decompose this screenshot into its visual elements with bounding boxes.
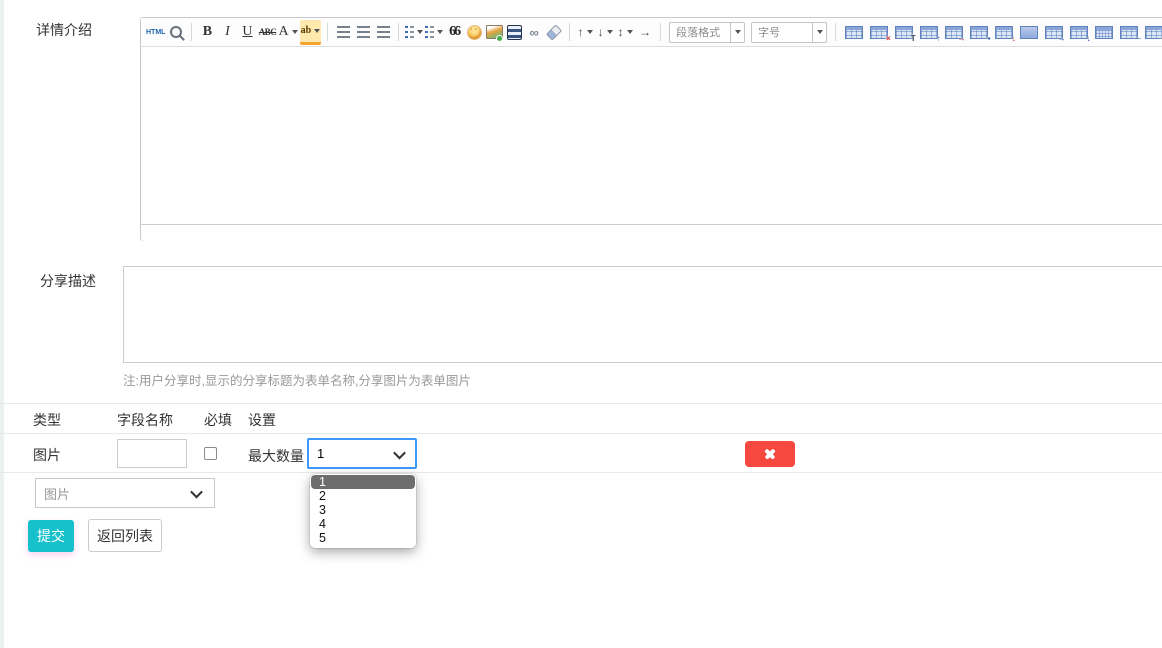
editor-content-area[interactable] [141,47,1162,224]
italic-icon[interactable]: I [218,21,236,43]
insert-link-icon[interactable]: ∞ [525,21,543,43]
new-field-type-select[interactable]: 图片 [35,478,215,508]
max-count-option[interactable]: 1 [311,475,415,489]
max-count-option[interactable]: 3 [310,503,416,517]
window-edge-strip [0,0,4,648]
align-left-icon[interactable] [334,21,352,43]
split-rows-icon[interactable]: ─ [1120,26,1138,39]
align-right-icon[interactable] [374,21,392,43]
max-count-select[interactable]: 1 [307,438,417,469]
icon-badge: ↑ [937,35,941,43]
insert-col-left-icon[interactable]: ▪ [970,26,988,39]
underline-icon[interactable]: U [238,21,256,43]
toolbar-separator [835,23,836,41]
margin-bottom-icon[interactable]: ↓ [596,21,614,43]
new-field-type-value: 图片 [36,484,70,503]
max-count-option[interactable]: 4 [310,517,416,531]
insert-col-right-icon[interactable]: → [1045,26,1063,39]
remove-format-icon[interactable] [545,21,563,43]
cell-fill-icon[interactable] [1020,26,1038,39]
icon-badge: ▪ [988,35,991,43]
emoticon-icon[interactable] [465,21,483,43]
table-cell-props-icon[interactable]: T [895,26,913,39]
field-type-cell: 图片 [33,445,61,465]
share-desc-textarea[interactable] [123,266,1162,363]
insert-row-below-icon[interactable]: ↓ [1070,26,1088,39]
bold-icon[interactable]: B [198,21,216,43]
max-count-value: 1 [309,446,324,461]
icon-badge: T [911,35,916,43]
align-center-icon[interactable] [354,21,372,43]
delete-row-icon[interactable]: → [945,26,963,39]
rich-text-editor: HTMLBIUABCAab66∞↑↓↕→段落格式字号×T↑→▪↓→↓─∥ [140,17,1162,241]
insert-table-icon[interactable] [845,26,863,39]
required-checkbox[interactable] [204,447,217,460]
icon-badge: × [886,35,891,43]
chevron-down-icon [393,447,406,460]
strikethrough-icon[interactable]: ABC [258,21,276,43]
icon-badge: ↓ [1087,35,1091,43]
icon-badge: ─ [1135,35,1141,43]
ordered-list-icon[interactable] [405,21,423,43]
indent-icon[interactable]: → [636,21,654,43]
chevron-down-icon [730,23,744,42]
max-count-label: 最大数量 [248,446,304,466]
toolbar-separator [191,23,192,41]
icon-badge: → [1058,35,1066,43]
unordered-list-icon[interactable] [425,21,443,43]
table-top-border [0,403,1162,404]
chevron-down-icon [812,23,826,42]
column-header: 设置 [248,410,276,430]
max-count-dropdown: 12345 [310,474,416,548]
column-header: 字段名称 [117,410,173,430]
detail-intro-label: 详情介绍 [36,20,92,40]
dropdown-caret-icon [417,30,423,34]
icon-badge: → [958,35,966,43]
table-row-border [0,472,1162,473]
chevron-down-icon [190,486,203,499]
dropdown-caret-icon [437,30,443,34]
dropdown-caret-icon [587,30,593,34]
table-header-border [0,433,1162,434]
paragraph-format-select[interactable]: 段落格式 [669,22,745,43]
share-note: 注:用户分享时,显示的分享标题为表单名称,分享图片为表单图片 [123,370,471,389]
insert-media-icon[interactable] [505,21,523,43]
icon-badge: ↓ [1012,35,1016,43]
blockquote-icon[interactable]: 66 [445,21,463,43]
toolbar-separator [327,23,328,41]
paragraph-format-select-value: 段落格式 [670,24,730,40]
column-header: 类型 [33,410,61,430]
font-size-select-value: 字号 [752,24,812,40]
highlight-color-icon[interactable]: ab [300,20,322,45]
editor-statusbar [141,224,1162,241]
font-size-select[interactable]: 字号 [751,22,827,43]
dropdown-caret-icon [292,30,298,34]
delete-field-button[interactable] [745,441,795,467]
margin-top-icon[interactable]: ↑ [576,21,594,43]
insert-image-icon[interactable] [485,21,503,43]
submit-button[interactable]: 提交 [28,520,74,552]
split-cols-icon[interactable]: ∥ [1145,26,1162,39]
field-name-input[interactable] [117,439,187,468]
delete-col-icon[interactable]: ↓ [995,26,1013,39]
toolbar-separator [569,23,570,41]
dropdown-caret-icon [607,30,613,34]
dropdown-caret-icon [314,29,320,33]
html-source-icon[interactable]: HTML [146,21,165,43]
dropdown-caret-icon [627,30,633,34]
toolbar-separator [398,23,399,41]
max-count-option[interactable]: 5 [310,531,416,545]
font-color-icon[interactable]: A [278,21,297,43]
editor-toolbar: HTMLBIUABCAab66∞↑↓↕→段落格式字号×T↑→▪↓→↓─∥ [141,18,1162,47]
max-count-option[interactable]: 2 [310,489,416,503]
line-height-icon[interactable]: ↕ [616,21,634,43]
share-desc-label: 分享描述 [40,271,96,291]
toolbar-separator [660,23,661,41]
back-to-list-button[interactable]: 返回列表 [88,519,162,552]
delete-table-icon[interactable]: × [870,26,888,39]
merge-cells-icon[interactable] [1095,26,1113,39]
insert-row-above-icon[interactable]: ↑ [920,26,938,39]
preview-icon[interactable] [167,21,185,43]
column-header: 必填 [204,410,232,430]
